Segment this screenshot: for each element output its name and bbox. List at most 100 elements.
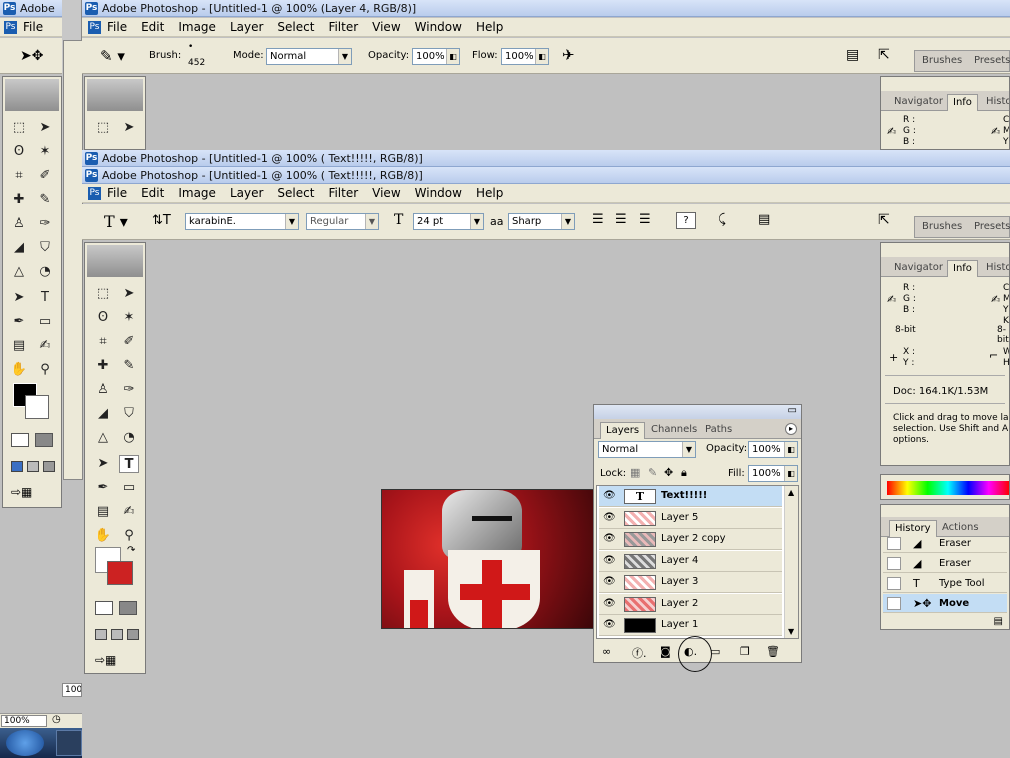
zoom-tool-icon[interactable]: ⚲: [119, 527, 139, 545]
tab-brushes[interactable]: Brushes: [917, 53, 967, 70]
tab-info[interactable]: Info: [947, 260, 978, 277]
visibility-eye-icon[interactable]: 👁︎: [603, 512, 616, 523]
font-family-select[interactable]: karabinE. ▼: [185, 213, 299, 230]
tab-brushes[interactable]: Brushes: [917, 219, 967, 236]
panel-collapse-icon[interactable]: ▭: [788, 405, 797, 416]
visibility-eye-icon[interactable]: 👁︎: [603, 576, 616, 587]
firefox-taskbar-icon[interactable]: [56, 730, 82, 756]
blur-tool-icon[interactable]: △: [93, 429, 113, 447]
lasso-tool-icon[interactable]: ʘ: [93, 309, 113, 327]
tab-paths[interactable]: Paths: [700, 422, 737, 439]
menu-layer[interactable]: Layer: [230, 20, 263, 34]
zoom-field[interactable]: 100%: [1, 715, 47, 727]
history-snapshot-checkbox[interactable]: [887, 577, 901, 590]
blend-mode-select[interactable]: Normal ▼: [598, 441, 696, 458]
layer-row[interactable]: 👁︎ Layer 4: [599, 550, 782, 572]
history-menu-icon[interactable]: ▤: [994, 616, 1003, 627]
eraser-tool-icon[interactable]: ◢: [9, 239, 29, 257]
visibility-eye-icon[interactable]: 👁︎: [603, 533, 616, 544]
healing-tool-icon[interactable]: ✚: [93, 357, 113, 375]
back-window-1-titlebar[interactable]: Ps Adobe: [0, 0, 62, 17]
menu-view[interactable]: View: [372, 186, 400, 200]
eyedropper-icon[interactable]: ✍: [35, 337, 55, 355]
menu-view[interactable]: View: [372, 20, 400, 34]
menu-file[interactable]: File: [107, 20, 127, 34]
magic-wand-icon[interactable]: ✶: [119, 309, 139, 327]
layer-mask-icon[interactable]: ◙: [660, 645, 671, 658]
menu-edit[interactable]: Edit: [141, 20, 164, 34]
blur-tool-icon[interactable]: △: [9, 263, 29, 281]
magic-wand-icon[interactable]: ✶: [35, 143, 55, 161]
menu-select[interactable]: Select: [277, 20, 314, 34]
jump-to-imageready-icon[interactable]: ⇨▦: [95, 653, 135, 669]
slice-tool-icon[interactable]: ✐: [119, 333, 139, 351]
history-item[interactable]: T Type Tool: [883, 574, 1007, 593]
menu-filter[interactable]: Filter: [328, 186, 358, 200]
stamp-tool-icon[interactable]: ♙: [9, 215, 29, 233]
font-size-select[interactable]: 24 pt ▼: [413, 213, 484, 230]
background-color-swatch[interactable]: [25, 395, 49, 419]
airbrush-icon[interactable]: ✈: [562, 46, 575, 64]
crop-tool-icon[interactable]: ⌗: [93, 333, 113, 351]
layer-row[interactable]: 👁︎ T Text!!!!!: [599, 486, 782, 507]
tab-channels[interactable]: Channels: [646, 422, 702, 439]
scroll-down-icon[interactable]: ▼: [788, 627, 794, 636]
menu-image[interactable]: Image: [178, 20, 216, 34]
bucket-tool-icon[interactable]: ⛉: [35, 239, 55, 257]
status-arrow-icon[interactable]: ◷: [52, 714, 61, 725]
slice-tool-icon[interactable]: ✐: [35, 167, 55, 185]
layer-style-icon[interactable]: ⓕ.: [632, 645, 647, 661]
move-tool-icon[interactable]: ➤: [119, 119, 139, 137]
tab-navigator[interactable]: Navigator: [889, 94, 948, 111]
menu-select[interactable]: Select: [277, 186, 314, 200]
tab-navigator[interactable]: Navigator: [889, 260, 948, 277]
imageready-icon[interactable]: ⇱: [878, 47, 890, 63]
imageready-icon[interactable]: ⇱: [878, 212, 890, 228]
start-button-icon[interactable]: [6, 730, 44, 756]
delete-layer-icon[interactable]: 🗑︎: [766, 645, 780, 658]
menu-window[interactable]: Window: [415, 20, 462, 34]
layer-opacity-field[interactable]: 100% ◧: [748, 441, 798, 458]
visibility-eye-icon[interactable]: 👁︎: [603, 490, 616, 501]
screen-mode-black-icon[interactable]: [127, 629, 139, 640]
layer-row[interactable]: 👁︎ Layer 2: [599, 593, 782, 615]
menu-file[interactable]: File: [23, 20, 43, 34]
history-snapshot-checkbox[interactable]: [887, 537, 901, 550]
screen-mode-black-icon[interactable]: [43, 461, 55, 472]
bucket-tool-icon[interactable]: ⛉: [119, 405, 139, 423]
type-tool-icon[interactable]: T: [119, 455, 139, 473]
align-center-icon[interactable]: ☰: [615, 212, 627, 227]
flow-field[interactable]: 100% ◧: [501, 48, 549, 65]
menu-file[interactable]: File: [107, 186, 127, 200]
brush-tool-icon[interactable]: ✎: [119, 357, 139, 375]
marquee-tool-icon[interactable]: ⬚: [93, 119, 113, 137]
menu-window[interactable]: Window: [415, 186, 462, 200]
palettes-toggle-icon[interactable]: ▤: [758, 212, 770, 227]
zoom-tool-icon[interactable]: ⚲: [35, 361, 55, 379]
color-ramp[interactable]: [887, 481, 1009, 495]
history-item[interactable]: ➤✥ Move: [883, 594, 1007, 613]
background-color-swatch[interactable]: [107, 561, 133, 585]
tab-presets[interactable]: Presets: [969, 53, 1010, 70]
lock-all-icon[interactable]: 🔒︎: [681, 466, 687, 480]
brush-size[interactable]: 452: [188, 58, 205, 68]
tab-histogram[interactable]: Histo: [981, 260, 1009, 277]
antialias-select[interactable]: Sharp ▼: [508, 213, 575, 230]
shape-tool-icon[interactable]: ▭: [119, 479, 139, 497]
dodge-tool-icon[interactable]: ◔: [35, 263, 55, 281]
menu-filter[interactable]: Filter: [328, 20, 358, 34]
move-tool-icon[interactable]: ➤: [119, 285, 139, 303]
lasso-tool-icon[interactable]: ʘ: [9, 143, 29, 161]
inactive-document-titlebar[interactable]: Ps Adobe Photoshop - [Untitled-1 @ 100% …: [82, 150, 1010, 167]
jump-to-imageready-icon[interactable]: ⇨▦: [11, 485, 51, 501]
text-orientation-icon[interactable]: ⇅T: [152, 213, 171, 228]
visibility-eye-icon[interactable]: 👁︎: [603, 619, 616, 630]
quickmask-mode-icon[interactable]: [119, 601, 137, 615]
panel-menu-icon[interactable]: ▸: [785, 423, 797, 435]
screen-mode-icon[interactable]: [11, 461, 23, 472]
brush-preset-dot-icon[interactable]: •: [188, 42, 193, 52]
move-tool-icon[interactable]: ➤: [35, 119, 55, 137]
type-tool-icon[interactable]: T: [35, 289, 55, 307]
lock-transparency-icon[interactable]: ▦: [630, 466, 640, 479]
move-tool-icon[interactable]: ➤✥: [20, 48, 43, 64]
